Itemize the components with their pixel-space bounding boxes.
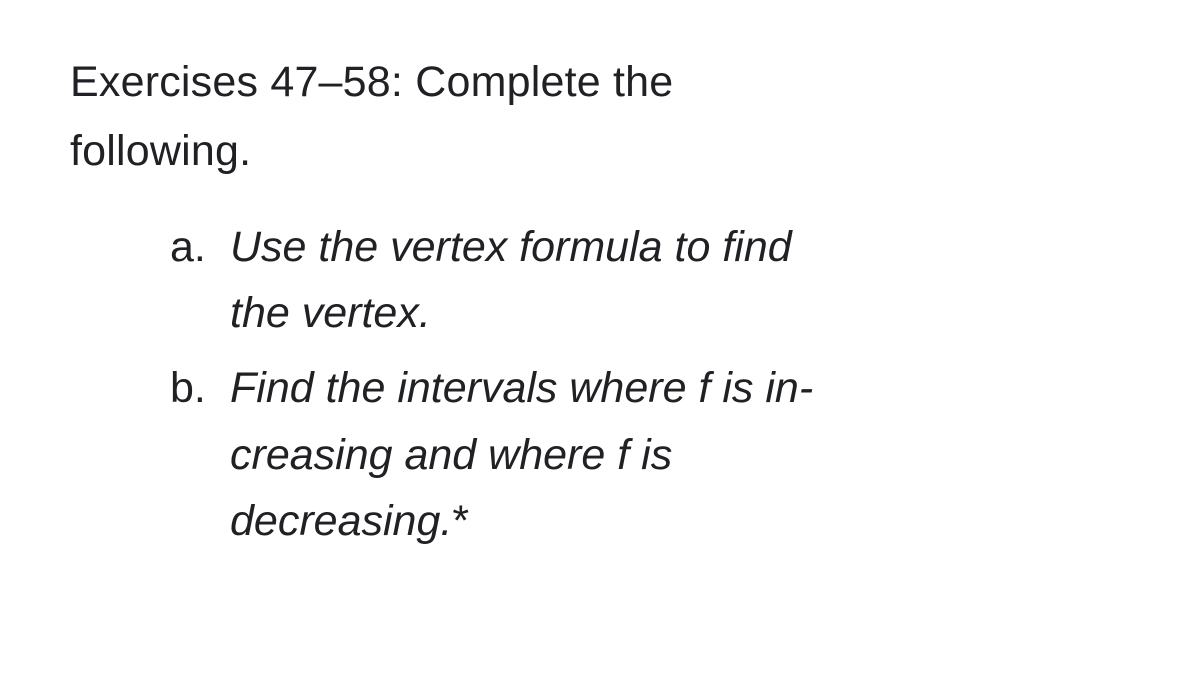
function-symbol: f: [698, 364, 710, 412]
heading-line-1: Exercises 47–58: Complete the: [70, 58, 673, 106]
exercise-list: a. Use the vertex formula to find the ve…: [170, 214, 1090, 555]
list-item: b. Find the intervals where f is in- cre…: [170, 355, 1090, 555]
item-b-line1-part1: Find the intervals where: [230, 364, 698, 412]
item-content-b: Find the intervals where f is in- creasi…: [230, 355, 813, 555]
exercise-page: Exercises 47–58: Complete the following.…: [0, 0, 1200, 678]
function-symbol: f: [617, 431, 629, 479]
item-b-line2-part1: creasing and where: [230, 431, 617, 479]
item-label-a: a.: [170, 214, 216, 347]
item-content-a: Use the vertex formula to find the verte…: [230, 214, 792, 347]
item-label-b: b.: [170, 355, 216, 555]
item-b-line2-part2: is: [629, 431, 672, 479]
item-a-line2: the vertex.: [230, 289, 431, 337]
item-a-line1: Use the vertex formula to find: [230, 223, 792, 271]
exercise-heading: Exercises 47–58: Complete the following.: [70, 48, 1130, 186]
item-b-line1-part2: is in-: [710, 364, 813, 412]
heading-line-2: following.: [70, 127, 251, 175]
list-item: a. Use the vertex formula to find the ve…: [170, 214, 1090, 347]
footnote-asterisk: *: [452, 497, 469, 545]
item-b-line3: decreasing.: [230, 497, 452, 545]
